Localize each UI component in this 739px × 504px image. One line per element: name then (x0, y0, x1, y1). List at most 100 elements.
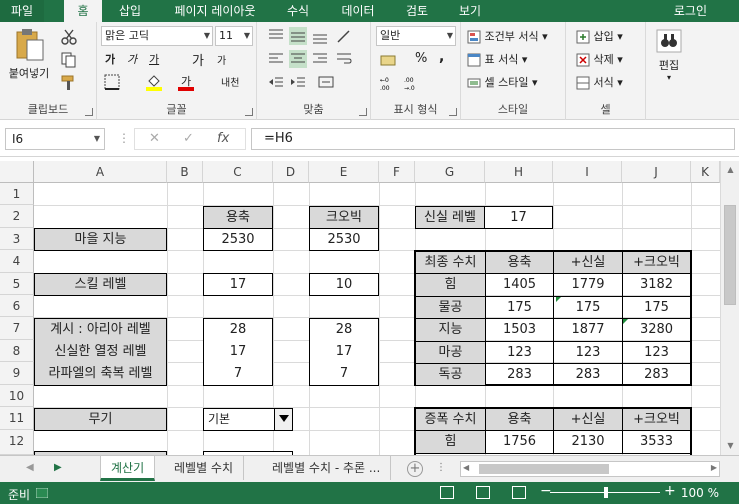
column-header-e[interactable]: E (309, 161, 379, 183)
conditional-format-button[interactable]: 조건부 서식 ▾ (467, 28, 548, 44)
drag-handle-icon[interactable]: ⋮ (118, 131, 130, 145)
scroll-up-icon[interactable]: ▲ (721, 161, 739, 179)
tab-file[interactable]: 파일 (0, 0, 44, 22)
row-header-12[interactable]: 12 (0, 430, 34, 455)
amplified-stats-row-label[interactable]: 힘 (416, 431, 486, 454)
final-stats-value-cell[interactable]: 1405 (486, 274, 554, 297)
header-cell-c2[interactable]: 용축 (203, 206, 273, 229)
increase-decimal-icon[interactable]: ←0.00 (379, 74, 397, 92)
format-cells-button[interactable]: 서식 ▾ (576, 74, 623, 90)
column-header-h[interactable]: H (485, 161, 553, 183)
page-layout-view-icon[interactable] (476, 486, 490, 499)
fill-color-icon[interactable] (145, 73, 163, 91)
normal-view-icon[interactable] (440, 486, 454, 499)
next-sheet-icon[interactable]: ▶ (54, 462, 62, 473)
macro-record-icon[interactable] (36, 488, 48, 498)
header-cell-e2[interactable]: 크오빅 (309, 206, 379, 229)
final-stats-value-cell[interactable]: 3182 (623, 274, 690, 297)
final-stats-row-label[interactable]: 마공 (416, 341, 486, 364)
decrease-indent-icon[interactable] (267, 73, 285, 91)
input-cell-c3[interactable]: 2530 (203, 228, 273, 251)
label-cell-a9[interactable]: 라파엘의 축복 레벨 (35, 363, 166, 385)
percent-button[interactable]: % (415, 51, 427, 66)
input-cell-h2[interactable]: 17 (484, 206, 553, 229)
vertical-scrollbar[interactable]: ▲ ▼ (720, 161, 739, 455)
amplified-stats-value-cell[interactable]: 2130 (554, 431, 623, 454)
clipboard-launcher[interactable] (85, 108, 93, 116)
column-header-f[interactable]: F (379, 161, 415, 183)
increase-indent-icon[interactable] (289, 73, 307, 91)
tab-insert[interactable]: 삽입 (108, 0, 152, 22)
align-top-icon[interactable] (267, 27, 285, 45)
amplified-stats-value-cell[interactable]: 3533 (623, 431, 690, 454)
sheet-tab-level-stats[interactable]: 레벨별 수치 (164, 456, 245, 480)
final-stats-value-cell[interactable]: 283 (554, 364, 623, 387)
number-launcher[interactable] (449, 108, 457, 116)
final-stats-value-cell[interactable]: 175 (554, 296, 623, 320)
row-header-7[interactable]: 7 (0, 317, 34, 340)
row-header-9[interactable]: 9 (0, 362, 34, 385)
final-stats-row-label[interactable]: 독공 (416, 364, 486, 387)
zoom-in-icon[interactable]: + (664, 483, 676, 499)
row-header-8[interactable]: 8 (0, 340, 34, 362)
cancel-icon[interactable]: ✕ (149, 131, 160, 146)
sheet-tab-calculator[interactable]: 계산기 (100, 456, 156, 481)
name-box[interactable]: I6 ▼ (5, 128, 105, 150)
editing-button[interactable]: 편집 ▾ (652, 28, 686, 82)
phonetic-button[interactable]: 내천 (221, 74, 239, 89)
add-sheet-icon[interactable]: + (407, 461, 423, 477)
final-stats-row-label[interactable]: 지능 (416, 319, 486, 342)
final-stats-value-cell[interactable]: 175 (486, 296, 554, 320)
row-header-11[interactable]: 11 (0, 407, 34, 430)
input-cell-c7[interactable]: 28 (204, 319, 272, 341)
weapon-dropdown[interactable]: 기본 (203, 408, 293, 431)
final-stats-value-cell[interactable]: 283 (486, 364, 554, 387)
zoom-slider-knob[interactable] (604, 487, 608, 498)
horizontal-scrollbar[interactable]: ◀ ▶ (460, 461, 720, 477)
decrease-decimal-icon[interactable]: .00→.0 (403, 74, 421, 92)
amplified-stats-header-cell[interactable]: +신실 (554, 409, 623, 432)
row-header-4[interactable]: 4 (0, 250, 34, 273)
input-cell-e3[interactable]: 2530 (309, 228, 379, 251)
final-stats-value-cell[interactable]: 123 (554, 341, 623, 364)
row-header-2[interactable]: 2 (0, 205, 34, 228)
label-cell-a7[interactable]: 계시 : 아리아 레벨 (35, 319, 166, 341)
align-left-icon[interactable] (267, 50, 285, 68)
align-bottom-icon[interactable] (311, 27, 329, 45)
orientation-icon[interactable] (335, 27, 353, 45)
tab-view[interactable]: 보기 (448, 0, 492, 22)
select-all-corner[interactable] (0, 161, 34, 183)
border-icon[interactable] (103, 73, 121, 91)
final-stats-value-cell[interactable]: 1503 (486, 319, 554, 342)
delete-cells-button[interactable]: 삭제 ▾ (576, 51, 623, 67)
final-stats-header-cell[interactable]: 용축 (486, 252, 554, 275)
login-link[interactable]: 로그인 (674, 0, 707, 22)
input-cell-e7[interactable]: 28 (310, 319, 378, 341)
scroll-down-icon[interactable]: ▼ (721, 437, 739, 455)
column-header-c[interactable]: C (203, 161, 273, 183)
final-stats-header-cell[interactable]: 최종 수치 (416, 252, 486, 275)
shrink-font-button[interactable]: 가 (217, 52, 226, 67)
alignment-launcher[interactable] (359, 108, 367, 116)
format-as-table-button[interactable]: 표 서식 ▾ (467, 51, 527, 67)
currency-icon[interactable] (379, 51, 397, 69)
font-name-combo[interactable]: 맑은 고딕 ▼ (101, 26, 213, 46)
final-stats-value-cell[interactable]: 283 (623, 364, 690, 387)
amplified-stats-value-cell[interactable]: 1756 (486, 431, 554, 454)
column-header-j[interactable]: J (622, 161, 691, 183)
page-break-view-icon[interactable] (512, 486, 526, 499)
final-stats-header-cell[interactable]: +신실 (554, 252, 623, 275)
row-header-10[interactable]: 10 (0, 385, 34, 407)
zoom-out-icon[interactable]: − (540, 483, 552, 499)
input-cell-c5[interactable]: 17 (203, 273, 273, 296)
grow-font-button[interactable]: 가 (192, 50, 204, 69)
tab-split-handle-icon[interactable]: ⋮ (436, 462, 446, 473)
insert-function-icon[interactable]: fx (217, 131, 229, 146)
final-stats-value-cell[interactable]: 1779 (554, 274, 623, 297)
final-stats-value-cell[interactable]: 123 (623, 342, 690, 364)
paste-button[interactable]: 붙여넣기 (8, 28, 50, 81)
label-cell-g2[interactable]: 신실 레벨 (415, 206, 485, 229)
column-header-b[interactable]: B (167, 161, 203, 183)
input-cell-e5[interactable]: 10 (309, 273, 379, 296)
final-stats-value-cell[interactable]: 175 (623, 297, 690, 320)
